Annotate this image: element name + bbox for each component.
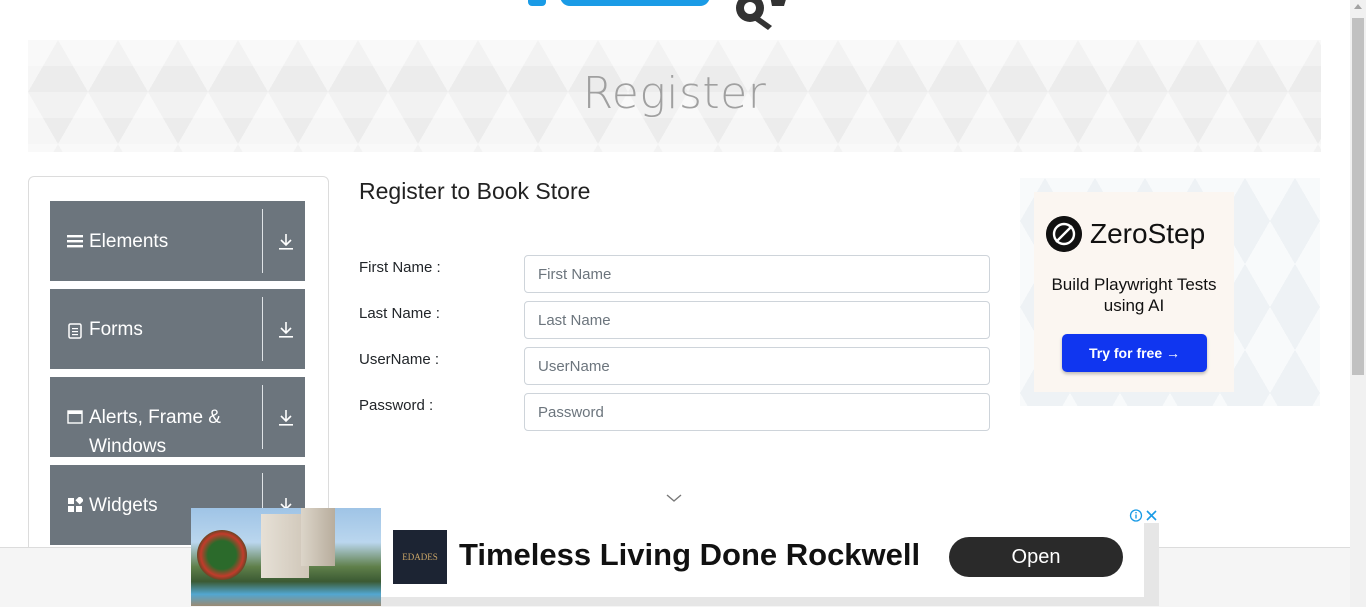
last-name-row: Last Name : [359, 301, 990, 339]
divider [262, 297, 263, 361]
site-logo[interactable] [520, 0, 850, 32]
page-banner: Register [28, 40, 1321, 152]
password-row: Password : [359, 393, 990, 431]
logo-part [528, 0, 546, 6]
sidebar-group-elements[interactable]: Elements [50, 201, 305, 281]
last-name-label: Last Name : [359, 305, 440, 322]
ad-image[interactable] [191, 508, 381, 606]
logo-part [560, 0, 710, 6]
username-input[interactable] [524, 347, 990, 385]
ad-zerostep[interactable]: ZeroStep Build Playwright Tests using AI… [1020, 178, 1320, 406]
password-label: Password : [359, 397, 434, 414]
divider [262, 385, 263, 449]
sidebar-group-label: Forms [89, 319, 143, 340]
page: Register Elements Forms Alerts, Frame & … [0, 0, 1366, 607]
username-row: UserName : [359, 347, 990, 385]
download-icon[interactable] [278, 321, 294, 339]
window-icon [67, 410, 83, 424]
widgets-icon [68, 497, 83, 512]
ad-open-button[interactable]: Open [949, 537, 1123, 577]
sidebar-group-forms[interactable]: Forms [50, 289, 305, 369]
first-name-label: First Name : [359, 259, 441, 276]
ad-card: ZeroStep Build Playwright Tests using AI… [1034, 192, 1234, 392]
ad-rockwell[interactable]: EDADES Timeless Living Done Rockwell Ope… [191, 508, 1159, 606]
page-title: Register [582, 68, 767, 119]
sidebar-group-alerts[interactable]: Alerts, Frame & Windows [50, 377, 305, 457]
sidebar-group-label: Alerts, Frame & Windows [89, 407, 221, 457]
ad-brand-logo: EDADES [393, 530, 447, 584]
ad-headline[interactable]: Timeless Living Done Rockwell [459, 537, 920, 573]
document-icon [68, 323, 82, 339]
download-icon[interactable] [278, 409, 294, 427]
ad-close-icon[interactable] [1144, 508, 1159, 523]
download-icon[interactable] [278, 233, 294, 251]
sidebar-group-label: Elements [89, 231, 169, 252]
username-label: UserName : [359, 351, 440, 368]
scrollbar-thumb[interactable] [1352, 18, 1364, 375]
last-name-input[interactable] [524, 301, 990, 339]
try-for-free-button[interactable]: Try for free → [1062, 334, 1207, 372]
divider [262, 209, 263, 273]
password-input[interactable] [524, 393, 990, 431]
first-name-row: First Name : [359, 255, 990, 293]
gear-logo-icon [736, 0, 786, 30]
ad-brand-name: ZeroStep [1090, 218, 1206, 249]
form-title: Register to Book Store [359, 178, 591, 204]
tree-shape [197, 530, 247, 580]
zerostep-logo-icon [1046, 216, 1082, 252]
building-shape [301, 508, 335, 566]
hamburger-icon [67, 235, 83, 248]
chevron-down-icon[interactable] [666, 493, 682, 503]
ad-tagline: Build Playwright Tests using AI [1051, 275, 1217, 315]
ad-content: EDADES Timeless Living Done Rockwell Ope… [381, 508, 1144, 597]
first-name-input[interactable] [524, 255, 990, 293]
scroll-up-arrow-icon[interactable] [1354, 4, 1362, 9]
ad-info-icon[interactable] [1128, 508, 1144, 523]
